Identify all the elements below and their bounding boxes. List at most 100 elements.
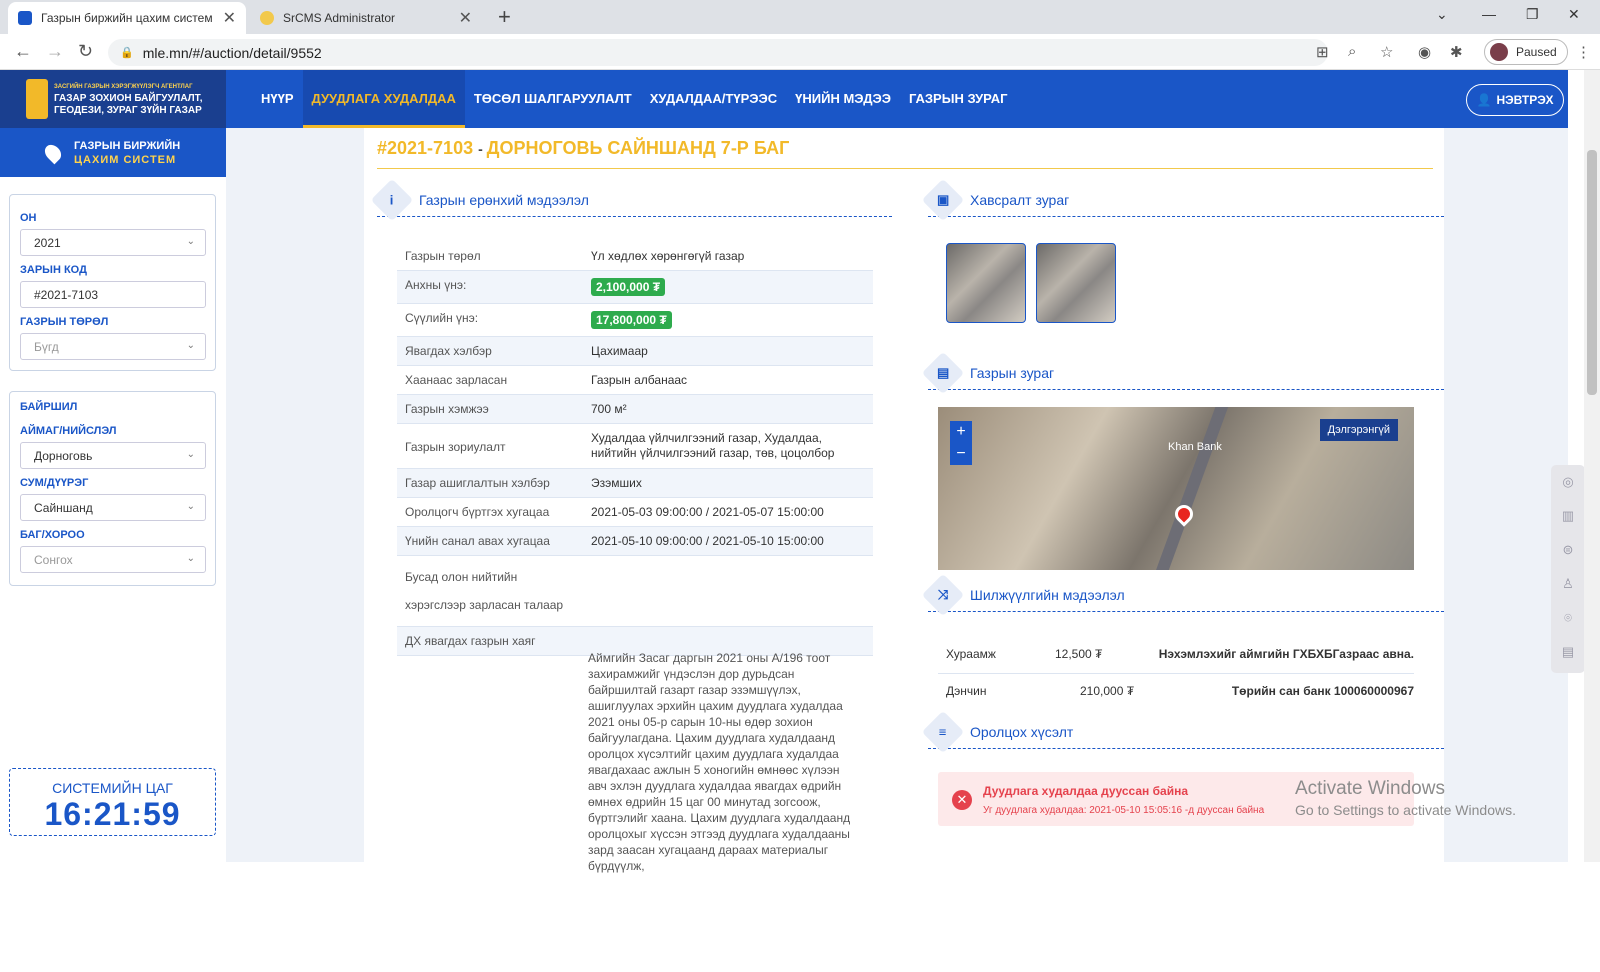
attachment-thumbnail-2[interactable]	[1036, 243, 1116, 323]
title-separator: -	[478, 141, 487, 157]
zoom-out-icon[interactable]: −	[950, 443, 972, 465]
minimize-icon[interactable]: —	[1482, 6, 1496, 22]
back-icon[interactable]: ←	[14, 41, 32, 62]
general-info-header: i Газрын ерөнхий мэдээлэл	[370, 178, 892, 221]
browser-tab-active[interactable]: Газрын биржийн цахим систем ✕	[8, 2, 246, 34]
soyombo-emblem-icon	[26, 79, 48, 119]
reload-icon[interactable]: ↻	[78, 41, 93, 62]
window-close-icon[interactable]: ✕	[1568, 6, 1580, 23]
row-value: Худалдаа үйлчилгээний газар, Худалдаа, н…	[583, 423, 873, 469]
profile-button[interactable]: Paused	[1484, 39, 1568, 65]
chrome-menu-icon[interactable]: ⋮	[1576, 43, 1591, 61]
translate-icon[interactable]: ⊞	[1316, 43, 1329, 61]
tab-close-icon[interactable]: ✕	[459, 8, 472, 28]
aimag-label: АЙМАГ/НИЙСЛЭЛ	[20, 425, 117, 437]
row-value	[583, 555, 873, 627]
menu-auction[interactable]: ДУУДЛАГА ХУДАЛДАА	[302, 70, 465, 128]
row-value: 2021-05-10 09:00:00 / 2021-05-10 15:00:0…	[583, 526, 873, 556]
row-value-cell: 17,800,000 ₮	[583, 303, 873, 337]
page-scrollbar[interactable]	[1584, 70, 1600, 862]
map-icon: ▤	[921, 351, 965, 394]
watermark-line2: Go to Settings to activate Windows.	[1295, 802, 1516, 818]
site-logo[interactable]: ЗАСГИЙН ГАЗРЫН ХЭРЭГЖҮҮЛЭГЧ АГЕНТЛАГ ГАЗ…	[0, 70, 226, 128]
toolbar-user-icon[interactable]: ♙	[1551, 567, 1585, 601]
zoom-icon[interactable]: ⌕	[1348, 43, 1356, 60]
table-row: Оролцогч бүртгэх хугацаа 2021-05-03 09:00…	[397, 497, 873, 527]
extension-icon[interactable]: ◉	[1418, 43, 1431, 61]
map-more-button[interactable]: Дэлгэрэнгүй	[1319, 419, 1398, 441]
menu-trade-rent[interactable]: ХУДАЛДАА/ТҮРЭЭС	[641, 70, 786, 128]
brand-line2: ЦАХИМ СИСТЕМ	[74, 153, 177, 166]
deposit-name: Дэнчин	[946, 684, 987, 698]
clock-time: 16:21:59	[44, 796, 181, 832]
login-button[interactable]: 👤 НЭВТРЭХ	[1466, 84, 1564, 116]
browser-tab-inactive[interactable]: SrCMS Administrator ✕	[250, 2, 482, 34]
row-key: Газар ашиглалтын хэлбэр	[397, 468, 583, 498]
restore-icon[interactable]: ❐	[1526, 6, 1539, 23]
row-value: 2021-05-03 09:00:00 / 2021-05-07 15:00:0…	[583, 497, 873, 527]
table-row: Газар ашиглалтын хэлбэр Эзэмших	[397, 468, 873, 498]
row-key: Бусад олон нийтийн хэрэгслээр зарласан т…	[397, 555, 583, 627]
error-icon: ✕	[952, 790, 972, 810]
row-value: 700 м²	[583, 394, 873, 424]
row-key: Газрын зориулалт	[397, 423, 583, 469]
land-type-select[interactable]: Бүгд ⌄	[20, 333, 206, 360]
table-row: Сүүлийн үнэ: 17,800,000 ₮	[397, 303, 873, 337]
logo-line1: ГАЗАР ЗОХИОН БАЙГУУЛАЛТ,	[54, 93, 203, 104]
code-label: ЗАРЫН КОД	[20, 264, 87, 276]
year-select[interactable]: 2021 ⌄	[20, 229, 206, 256]
chevron-down-icon: ⌄	[186, 553, 195, 564]
user-icon: 👤	[1476, 93, 1492, 107]
scrollbar-thumb[interactable]	[1587, 150, 1597, 395]
table-row: Газрын төрөл Үл хөдлөх хөрөнгөгүй газар	[397, 242, 873, 271]
toolbar-search-user-icon[interactable]: ⌾	[1551, 601, 1585, 635]
chevron-down-icon: ⌄	[186, 340, 195, 351]
clock-label: СИСТЕМИЙН ЦАГ	[52, 780, 173, 796]
tab-search-icon[interactable]: ⌄	[1436, 6, 1448, 23]
row-key: Анхны үнэ:	[397, 270, 583, 304]
alert-title: Дуудлага худалдаа дууссан байна	[983, 784, 1189, 798]
tab-close-icon[interactable]: ✕	[223, 8, 236, 28]
zoom-control[interactable]: + −	[950, 421, 972, 465]
toolbar-globe-icon[interactable]: ◎	[1551, 465, 1585, 499]
table-row: Явагдах хэлбэр Цахимаар	[397, 336, 873, 366]
new-tab-icon[interactable]: +	[498, 4, 511, 30]
menu-project[interactable]: ТӨСӨЛ ШАЛГАРУУЛАЛТ	[465, 70, 641, 128]
puzzle-icon[interactable]: ✱	[1450, 43, 1463, 61]
menu-map[interactable]: ГАЗРЫН ЗУРАГ	[900, 70, 1017, 128]
bookmark-star-icon[interactable]: ☆	[1380, 43, 1393, 61]
forward-icon[interactable]: →	[46, 41, 64, 62]
windows-activation-watermark: Activate Windows Go to Settings to activ…	[1295, 778, 1516, 818]
map-title: Газрын зураг	[970, 364, 1055, 381]
apply-header: ≡ Оролцох хүсэлт	[921, 710, 1444, 753]
sum-select[interactable]: Сайншанд ⌄	[20, 494, 206, 521]
attachment-thumbnail-1[interactable]	[946, 243, 1026, 323]
avatar	[1490, 43, 1508, 61]
toolbar-stack-icon[interactable]: ⊜	[1551, 533, 1585, 567]
code-input[interactable]: #2021-7103	[20, 281, 206, 308]
attachments-title: Хавсралт зураг	[970, 191, 1070, 208]
menu-home[interactable]: НҮҮР	[252, 70, 303, 128]
row-key: Сүүлийн үнэ:	[397, 303, 583, 337]
url-field[interactable]: 🔒 mle.mn/#/auction/detail/9552	[108, 39, 1328, 66]
bag-select[interactable]: Сонгох ⌄	[20, 546, 206, 573]
map-place-label: Khan Bank	[1168, 441, 1222, 453]
menu-price-info[interactable]: ҮНИЙН МЭДЭЭ	[786, 70, 900, 128]
deposit-amount: 210,000 ₮	[1080, 684, 1135, 698]
year-value: 2021	[34, 235, 61, 250]
fee-name: Хураамж	[946, 647, 996, 661]
address-bar-row: ← → ↻ 🔒 mle.mn/#/auction/detail/9552 ⊞ ⌕…	[0, 34, 1600, 70]
chevron-down-icon: ⌄	[186, 449, 195, 460]
toolbar-doc-icon[interactable]: ▤	[1551, 635, 1585, 669]
satellite-map[interactable]: + − Khan Bank Дэлгэрэнгүй	[938, 407, 1414, 570]
auction-title: ДОРНОГОВЬ САЙНШАНД 7-Р БАГ	[486, 138, 790, 158]
aimag-select[interactable]: Дорноговь ⌄	[20, 442, 206, 469]
toolbar-building-icon[interactable]: ▥	[1551, 499, 1585, 533]
zoom-in-icon[interactable]: +	[950, 421, 972, 443]
floating-toolbar: ◎ ▥ ⊜ ♙ ⌾ ▤	[1551, 465, 1585, 673]
year-label: ОН	[20, 212, 37, 224]
table-row: Газрын хэмжээ 700 м²	[397, 394, 873, 424]
map-road	[1145, 407, 1233, 570]
url-text: mle.mn/#/auction/detail/9552	[142, 44, 322, 61]
attachments-header: ▣ Хавсралт зураг	[921, 178, 1444, 221]
